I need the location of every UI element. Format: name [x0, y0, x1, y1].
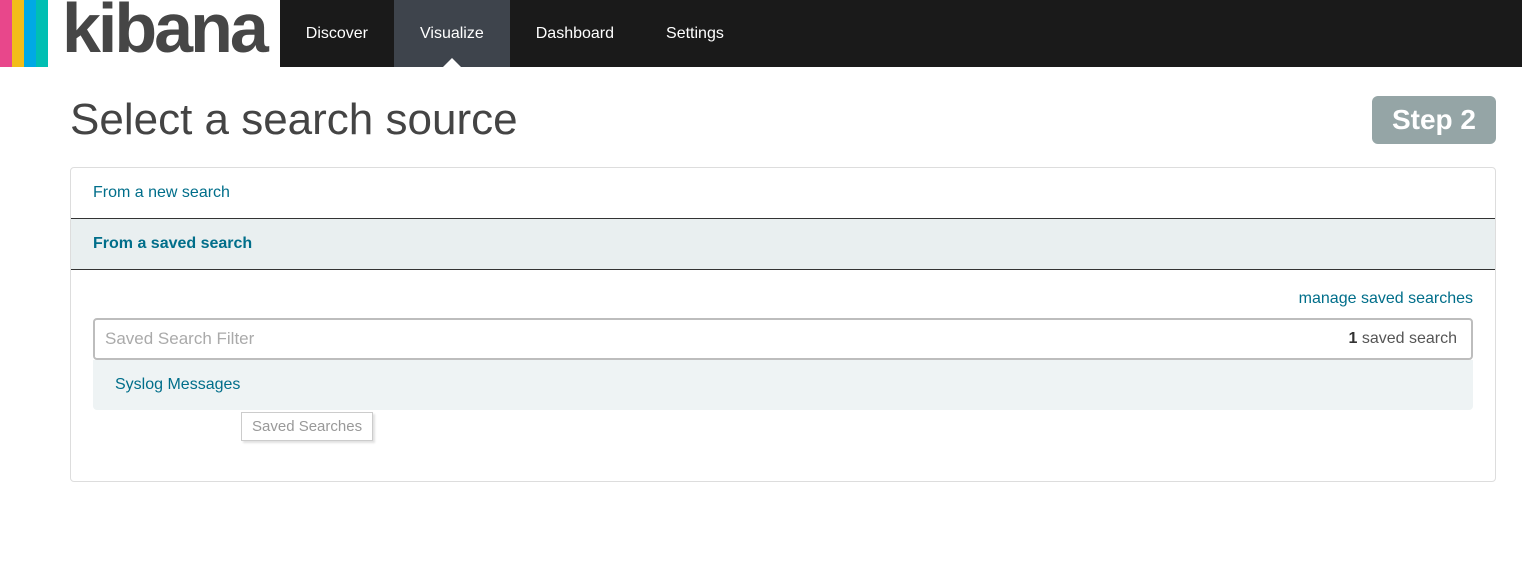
nav-visualize[interactable]: Visualize: [394, 0, 510, 67]
logo-stripes: [0, 0, 62, 67]
manage-saved-searches-link[interactable]: manage saved searches: [1299, 290, 1473, 307]
page-title: Select a search source: [70, 95, 518, 145]
page-content: Select a search source Step 2 From a new…: [0, 67, 1522, 482]
filter-row: 1 saved search: [93, 318, 1473, 360]
page-header: Select a search source Step 2: [70, 95, 1496, 145]
source-panel: From a new search From a saved search ma…: [70, 167, 1496, 482]
nav-settings[interactable]: Settings: [640, 0, 750, 67]
saved-search-body: manage saved searches 1 saved search Sys…: [71, 270, 1495, 481]
saved-search-filter-input[interactable]: [95, 321, 1334, 357]
logo-wrap: kibana: [62, 0, 280, 67]
step-badge: Step 2: [1372, 96, 1496, 144]
top-navbar: kibana Discover Visualize Dashboard Sett…: [0, 0, 1522, 67]
nav-dashboard[interactable]: Dashboard: [510, 0, 640, 67]
nav-items: Discover Visualize Dashboard Settings: [280, 0, 750, 67]
source-saved-search[interactable]: From a saved search: [71, 218, 1495, 270]
saved-search-count: 1 saved search: [1334, 330, 1471, 348]
manage-link-wrap: manage saved searches: [93, 290, 1473, 308]
saved-searches-tooltip: Saved Searches: [241, 412, 373, 441]
saved-search-results: Syslog Messages: [93, 360, 1473, 410]
logo-stripe: [24, 0, 36, 67]
saved-search-count-label: saved search: [1357, 330, 1457, 347]
source-new-search[interactable]: From a new search: [71, 168, 1495, 218]
source-new-search-link[interactable]: From a new search: [93, 184, 230, 201]
logo-text: kibana: [62, 0, 266, 56]
logo-stripe: [0, 0, 12, 67]
nav-discover[interactable]: Discover: [280, 0, 394, 67]
logo-stripe: [36, 0, 48, 67]
logo-stripe: [12, 0, 24, 67]
logo-gap: [48, 0, 62, 67]
saved-search-result-item[interactable]: Syslog Messages: [93, 360, 1473, 410]
